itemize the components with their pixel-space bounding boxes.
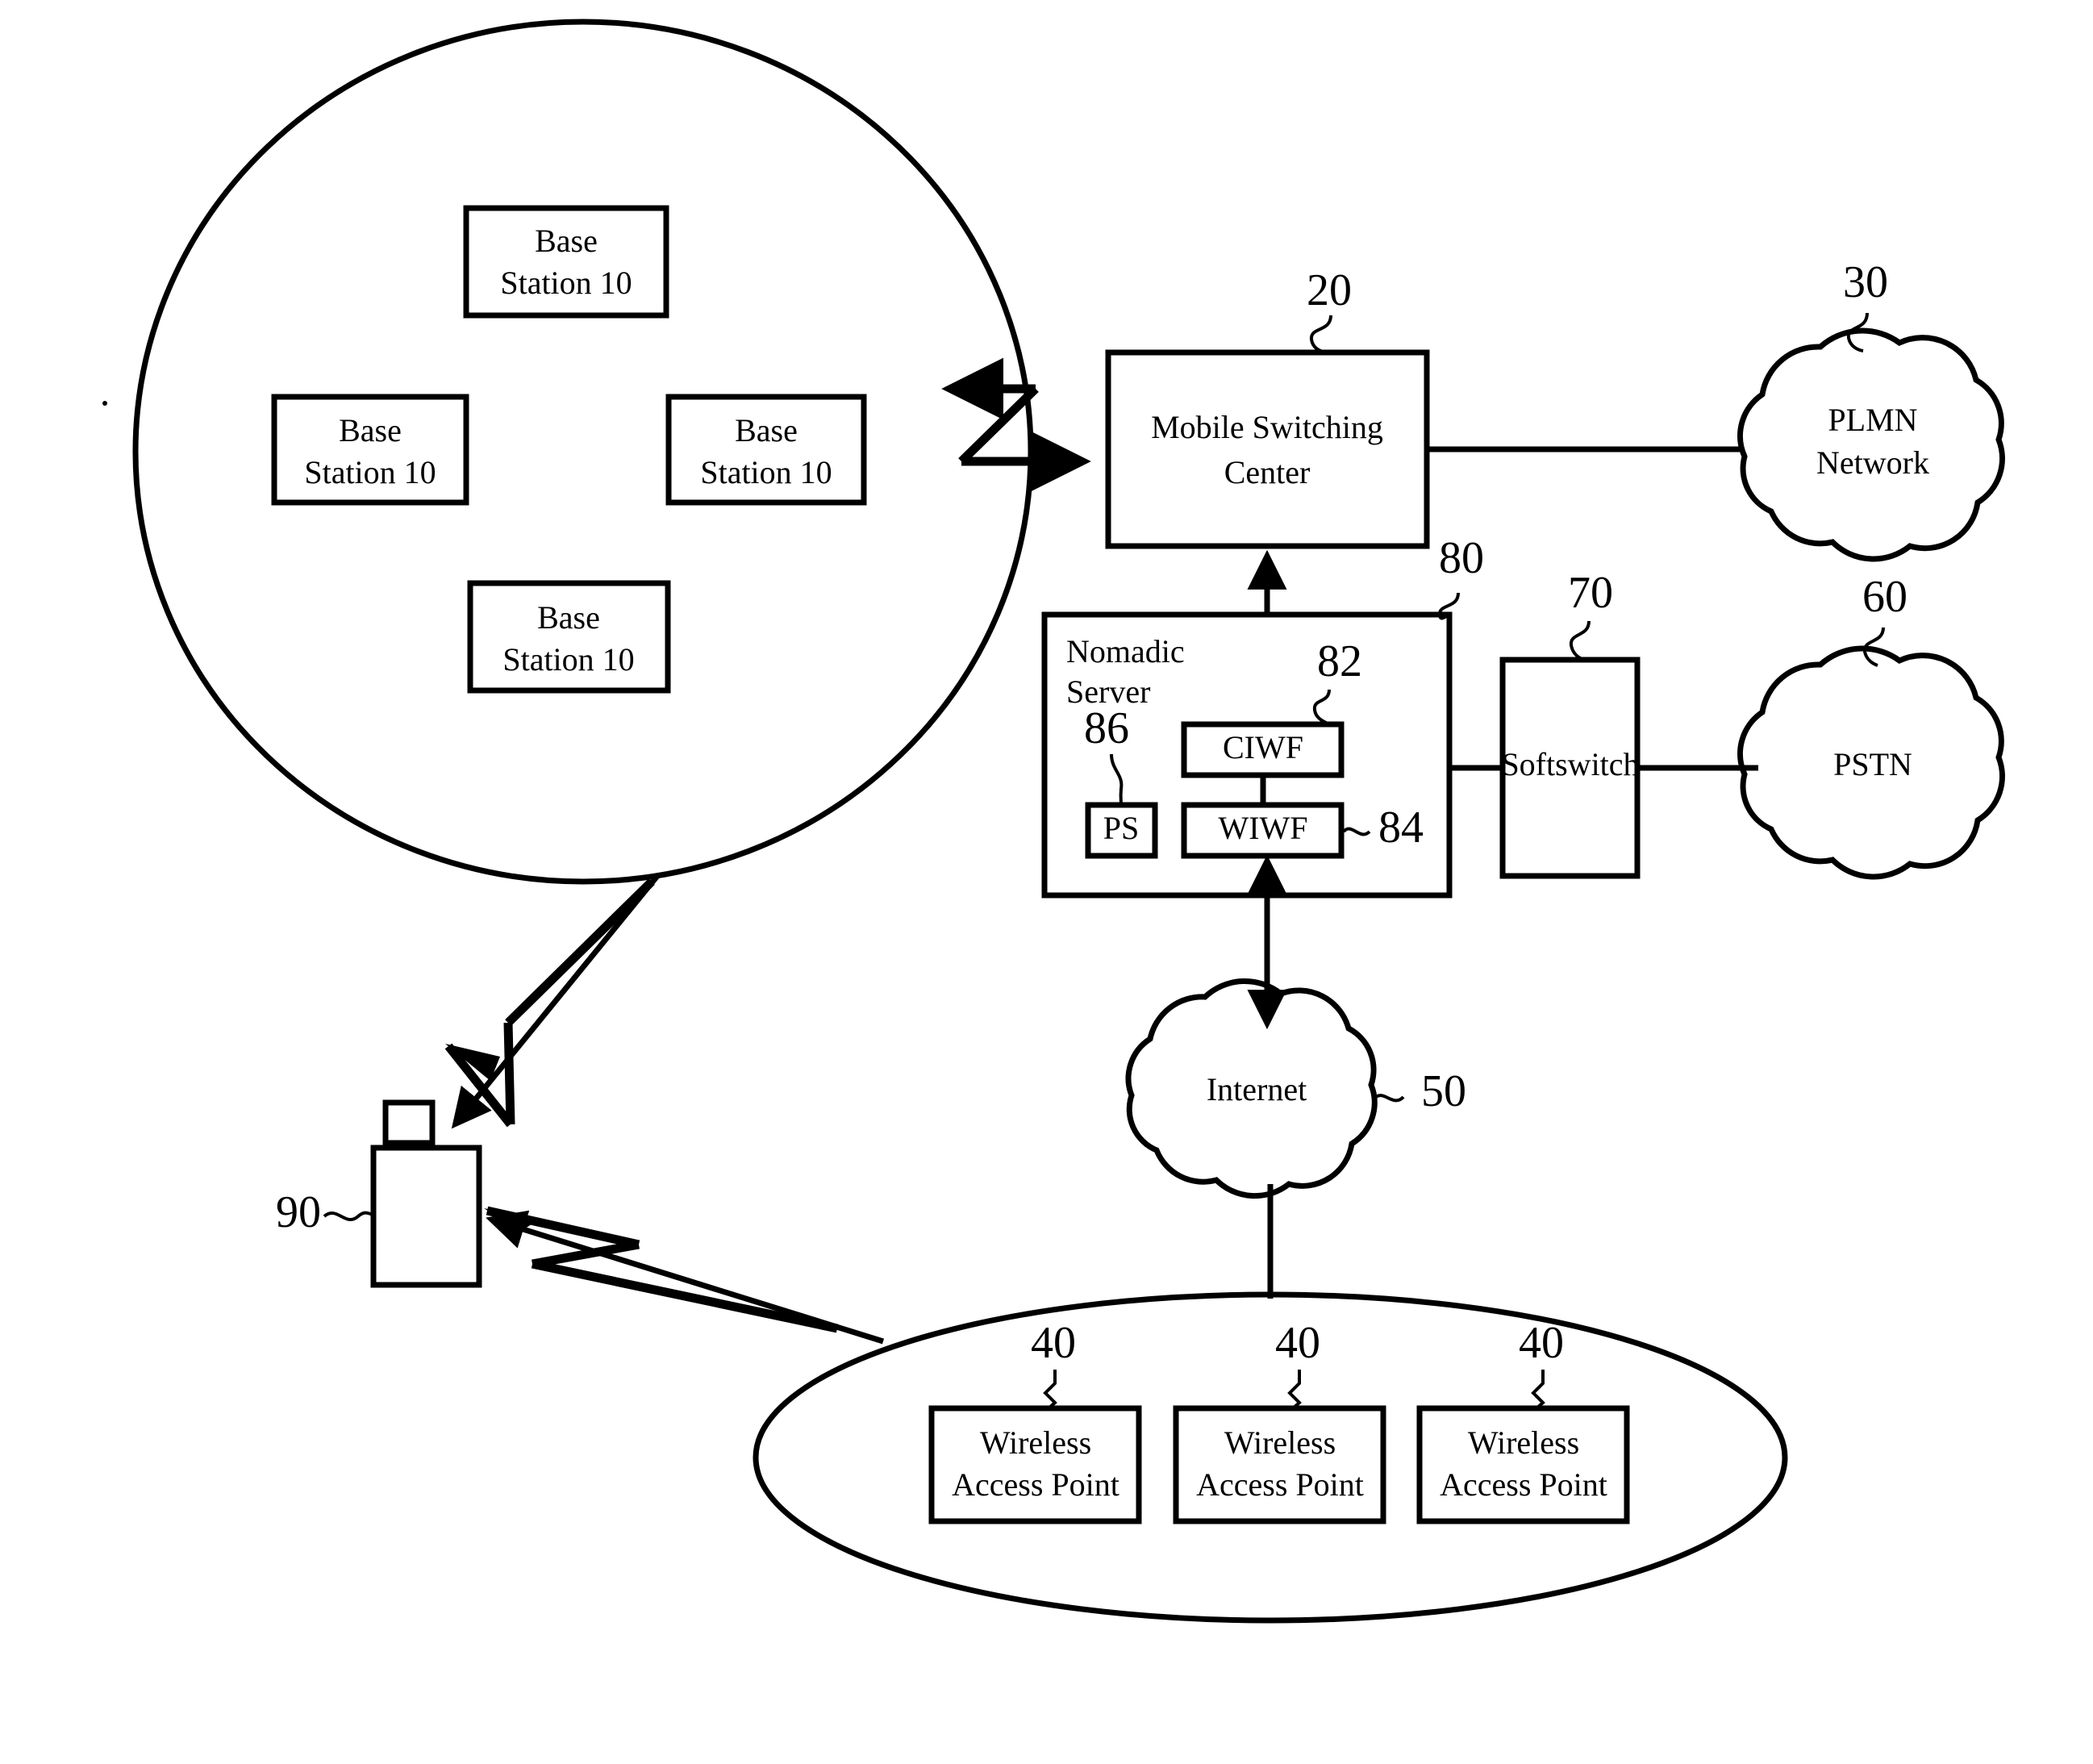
ref-number-40-2: 40 <box>1275 1318 1320 1368</box>
pstn-node: PSTN <box>1737 645 2005 880</box>
mobile-switching-center-node: Mobile Switching Center <box>1105 349 1430 549</box>
wap-label-line2: Access Point <box>1196 1466 1364 1503</box>
wireless-access-point-1: Wireless Access Point <box>928 1405 1142 1524</box>
ref-number-20: 20 <box>1307 265 1352 315</box>
wap-label-line1: Wireless <box>1468 1424 1579 1461</box>
base-station-bottom: Base Station 10 <box>467 580 671 694</box>
internet-label: Internet <box>1207 1071 1307 1107</box>
base-station-top: Base Station 10 <box>463 205 669 319</box>
wap-label-line1: Wireless <box>1224 1424 1336 1461</box>
ref-number-40-3: 40 <box>1519 1318 1564 1368</box>
ps-label: PS <box>1103 810 1140 846</box>
ref-number-70: 70 <box>1568 568 1613 618</box>
mobile-device-antenna <box>382 1099 436 1146</box>
base-station-right: Base Station 10 <box>665 394 867 506</box>
ref-number-90: 90 <box>276 1187 321 1237</box>
ref-number-40-1: 40 <box>1031 1318 1076 1368</box>
plmn-label-line1: PLMN <box>1828 402 1917 438</box>
scan-artifact-dot <box>102 401 107 406</box>
ref-number-50: 50 <box>1421 1066 1466 1116</box>
ref-leader-20 <box>1309 315 1332 354</box>
wap-label-line2: Access Point <box>952 1466 1119 1503</box>
pstn-label: PSTN <box>1833 746 1912 782</box>
msc-label-line1: Mobile Switching <box>1151 409 1383 445</box>
mobile-device-body <box>370 1145 482 1288</box>
base-station-label-line1: Base <box>735 412 798 448</box>
ref-leader-40-2 <box>1287 1370 1302 1410</box>
nomadic-server-label-line1: Nomadic <box>1066 633 1185 669</box>
base-station-left: Base Station 10 <box>271 394 469 506</box>
mobile-device-node <box>370 1099 482 1288</box>
ref-leader-60 <box>1863 627 1885 667</box>
ref-number-84: 84 <box>1378 803 1424 853</box>
softswitch-node: Softswitch <box>1499 657 1641 879</box>
plmn-label-line2: Network <box>1816 444 1929 481</box>
internet-node: Internet <box>1125 978 1378 1199</box>
wireless-access-point-2: Wireless Access Point <box>1173 1405 1386 1524</box>
ref-number-30: 30 <box>1843 257 1888 307</box>
msc-label-line2: Center <box>1224 454 1311 490</box>
ref-leader-40-3 <box>1531 1370 1545 1410</box>
base-station-label-line2: Station 10 <box>500 265 632 301</box>
ref-number-60: 60 <box>1862 572 1907 622</box>
wireless-access-point-3: Wireless Access Point <box>1416 1405 1630 1524</box>
base-station-label-line1: Base <box>339 412 402 448</box>
base-station-label-line1: Base <box>535 223 598 259</box>
base-station-label-line2: Station 10 <box>304 454 436 490</box>
cellular-coverage-ellipse <box>132 19 1034 885</box>
ref-leader-50 <box>1373 1094 1405 1103</box>
ref-leader-70 <box>1569 620 1591 661</box>
ref-leader-40-1 <box>1043 1370 1057 1410</box>
ref-number-86: 86 <box>1084 703 1129 753</box>
wap-label-line2: Access Point <box>1440 1466 1607 1503</box>
wap-label-line1: Wireless <box>980 1424 1091 1461</box>
wiwf-label: WIWF <box>1218 810 1307 846</box>
ref-number-82: 82 <box>1317 636 1362 686</box>
patent-figure: Base Station 10 Base Station 10 Base Sta… <box>0 0 2093 1764</box>
ciwf-label: CIWF <box>1223 729 1303 765</box>
ref-number-80: 80 <box>1439 533 1484 583</box>
wiwf-component: WIWF <box>1181 802 1345 859</box>
ps-component: PS <box>1085 802 1158 859</box>
base-station-label-line2: Station 10 <box>502 641 634 678</box>
base-station-label-line1: Base <box>537 599 600 636</box>
ciwf-component: CIWF <box>1181 721 1345 778</box>
figure-canvas: Base Station 10 Base Station 10 Base Sta… <box>102 19 2005 1624</box>
cellular-msc-wireless-link-icon <box>941 357 1091 493</box>
base-station-label-line2: Station 10 <box>700 454 832 490</box>
ref-leader-90 <box>323 1211 373 1222</box>
plmn-network-node: PLMN Network <box>1737 327 2005 562</box>
softswitch-label: Softswitch <box>1501 746 1639 782</box>
